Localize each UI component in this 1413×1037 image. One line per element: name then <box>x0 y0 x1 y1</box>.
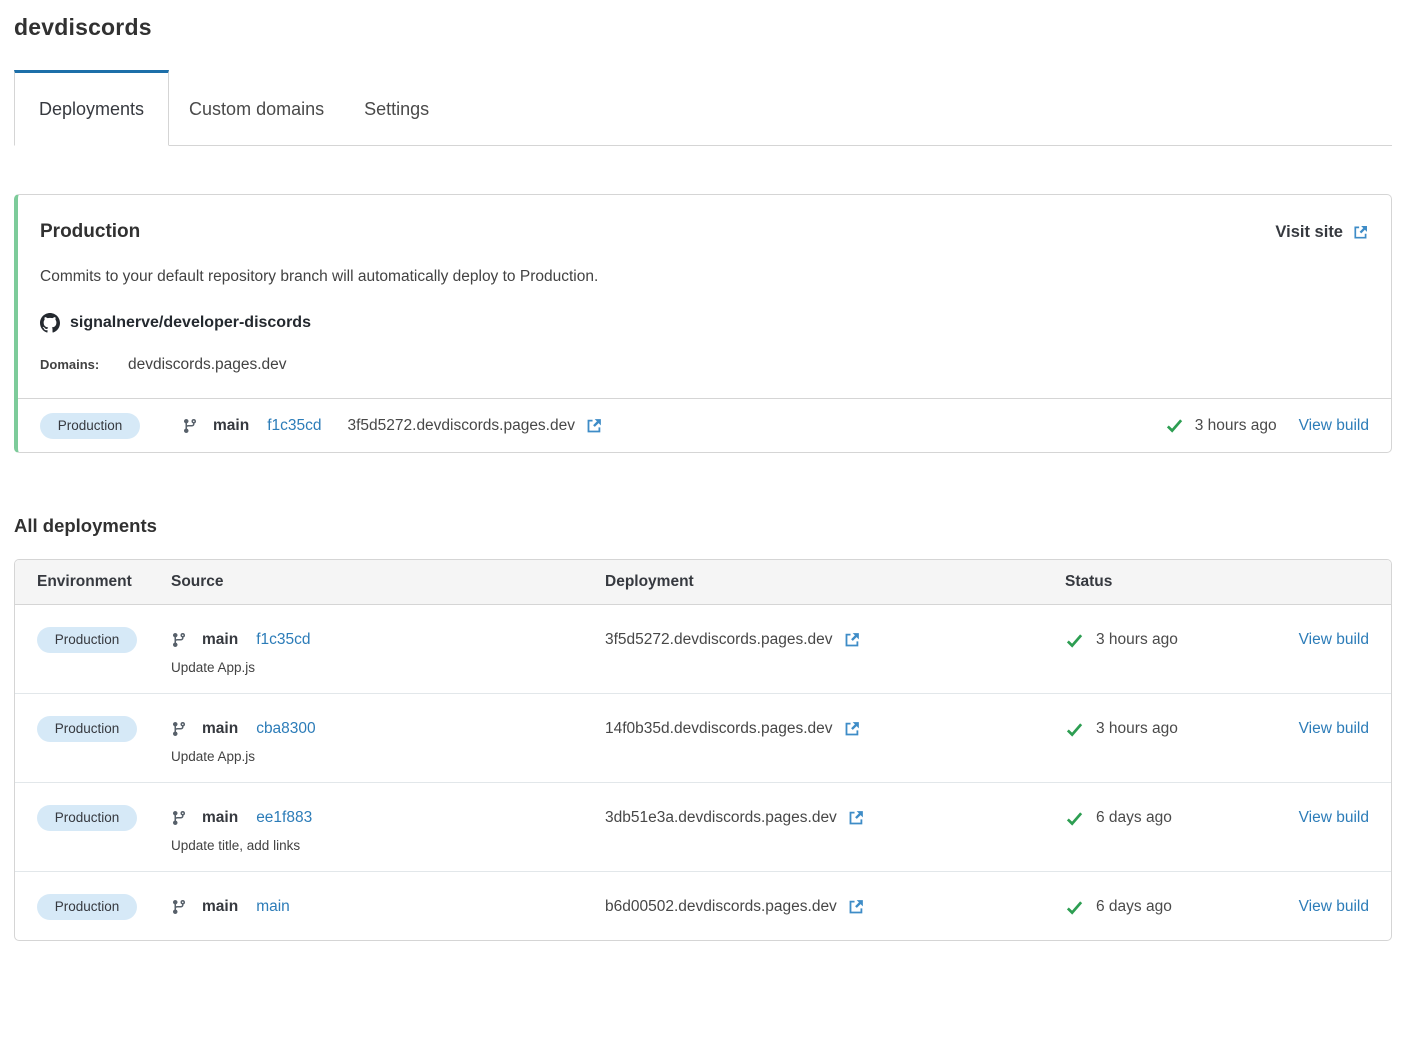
commit-message: Update App.js <box>171 660 256 675</box>
table-row: Production main ee1f883 Update title, ad… <box>15 782 1391 871</box>
column-header-source: Source <box>171 573 224 590</box>
view-build-link[interactable]: View build <box>1299 898 1369 916</box>
git-branch-icon <box>171 899 187 915</box>
domains-value: devdiscords.pages.dev <box>128 356 287 373</box>
deployment-cell: 3db51e3a.devdiscords.pages.dev <box>605 803 1065 833</box>
environment-badge: Production <box>37 627 137 653</box>
production-latest-deployment-row: Production main f1c35cd 3f5d5272.devdisc… <box>18 398 1391 452</box>
deployment-cell: b6d00502.devdiscords.pages.dev <box>605 892 1065 922</box>
column-header-deployment: Deployment <box>605 573 694 590</box>
all-deployments-title: All deployments <box>14 515 157 536</box>
status-group: 3 hours ago <box>1165 416 1277 435</box>
status-time: 3 hours ago <box>1096 720 1178 737</box>
github-icon <box>40 313 60 333</box>
status-cell: 6 days ago <box>1065 892 1285 922</box>
column-header-environment: Environment <box>37 573 132 590</box>
deployment-url-group: 3f5d5272.devdiscords.pages.dev <box>347 417 603 435</box>
source-info: main f1c35cd 3f5d5272.devdiscords.pages.… <box>182 417 603 435</box>
column-header-status: Status <box>1065 573 1113 590</box>
tab-custom-domains[interactable]: Custom domains <box>169 73 344 145</box>
git-branch-icon <box>171 632 187 648</box>
environment-badge: Production <box>37 805 137 831</box>
check-icon <box>1165 416 1184 435</box>
tab-custom-domains-label: Custom domains <box>189 98 325 119</box>
branch-name: main <box>202 809 239 826</box>
deployment-url: b6d00502.devdiscords.pages.dev <box>605 898 837 915</box>
table-row: Production main f1c35cd Update App.js 3f… <box>15 605 1391 693</box>
view-build-link[interactable]: View build <box>1299 720 1369 738</box>
status-and-action: 3 hours ago View build <box>1165 416 1369 435</box>
commit-message: Update App.js <box>171 749 256 764</box>
deployments-table: Environment Source Deployment Status Pro… <box>14 559 1392 941</box>
tab-settings[interactable]: Settings <box>344 73 449 145</box>
check-icon <box>1065 898 1084 917</box>
domains-row: Domains: devdiscords.pages.dev <box>40 356 1369 374</box>
branch-name: main <box>202 898 239 915</box>
external-link-icon <box>1352 224 1369 241</box>
tab-deployments[interactable]: Deployments <box>14 70 170 146</box>
commit-message: Update title, add links <box>171 838 301 853</box>
source-cell: main main <box>171 892 605 922</box>
pages-project-page: devdiscords Deployments Custom domains S… <box>0 0 1413 957</box>
environment-badge: Production <box>40 412 140 439</box>
deployment-url: 3db51e3a.devdiscords.pages.dev <box>605 809 837 826</box>
branch-name: main <box>202 631 239 648</box>
production-card: Production Visit site Commits to your de… <box>14 194 1392 453</box>
external-link-icon[interactable] <box>847 898 865 916</box>
deployment-url: 3f5d5272.devdiscords.pages.dev <box>605 631 833 648</box>
table-row: Production main cba8300 Update App.js 14… <box>15 693 1391 782</box>
tab-deployments-label: Deployments <box>39 98 145 119</box>
visit-site-link[interactable]: Visit site <box>1275 223 1369 242</box>
table-row: Production main main b6d00502.devdiscord… <box>15 871 1391 940</box>
external-link-icon[interactable] <box>585 417 603 435</box>
status-time: 3 hours ago <box>1096 631 1178 648</box>
tab-bar: Deployments Custom domains Settings <box>14 70 1392 146</box>
column-header-actions <box>1285 573 1369 591</box>
tab-settings-label: Settings <box>364 98 430 119</box>
status-time: 3 hours ago <box>1194 416 1277 434</box>
check-icon <box>1065 809 1084 828</box>
branch-name: main <box>202 720 239 737</box>
page-title: devdiscords <box>14 14 152 40</box>
deployment-cell: 14f0b35d.devdiscords.pages.dev <box>605 714 1065 744</box>
view-build-link[interactable]: View build <box>1299 631 1369 649</box>
environment-badge: Production <box>37 894 137 920</box>
deployment-url: 14f0b35d.devdiscords.pages.dev <box>605 720 833 737</box>
status-time: 6 days ago <box>1096 898 1172 915</box>
check-icon <box>1065 631 1084 650</box>
production-card-body: Production Visit site Commits to your de… <box>18 195 1391 398</box>
external-link-icon[interactable] <box>843 631 861 649</box>
domains-label: Domains: <box>40 357 100 372</box>
production-description: Commits to your default repository branc… <box>40 268 599 285</box>
status-time: 6 days ago <box>1096 809 1172 826</box>
source-cell: main cba8300 Update App.js <box>171 714 605 764</box>
repo-row: signalnerve/developer-discords <box>40 313 1369 333</box>
view-build-link[interactable]: View build <box>1299 417 1369 435</box>
commit-link[interactable]: f1c35cd <box>256 631 310 649</box>
git-branch-icon <box>171 721 187 737</box>
deployment-cell: 3f5d5272.devdiscords.pages.dev <box>605 625 1065 655</box>
source-cell: main f1c35cd Update App.js <box>171 625 605 675</box>
commit-link[interactable]: f1c35cd <box>267 417 321 435</box>
status-cell: 6 days ago <box>1065 803 1285 833</box>
external-link-icon[interactable] <box>843 720 861 738</box>
commit-link[interactable]: main <box>256 898 290 916</box>
source-cell: main ee1f883 Update title, add links <box>171 803 605 853</box>
table-header-row: Environment Source Deployment Status <box>15 560 1391 605</box>
status-cell: 3 hours ago <box>1065 625 1285 655</box>
git-branch-icon <box>182 418 198 434</box>
commit-link[interactable]: cba8300 <box>256 720 315 738</box>
visit-site-label: Visit site <box>1275 222 1343 241</box>
environment-badge: Production <box>37 716 137 742</box>
deployment-url: 3f5d5272.devdiscords.pages.dev <box>347 416 575 434</box>
repo-name: signalnerve/developer-discords <box>70 314 311 331</box>
external-link-icon[interactable] <box>847 809 865 827</box>
production-card-title: Production <box>40 221 141 242</box>
status-cell: 3 hours ago <box>1065 714 1285 744</box>
commit-link[interactable]: ee1f883 <box>256 809 312 827</box>
branch-name: main <box>213 416 250 434</box>
check-icon <box>1065 720 1084 739</box>
view-build-link[interactable]: View build <box>1299 809 1369 827</box>
git-branch-icon <box>171 810 187 826</box>
